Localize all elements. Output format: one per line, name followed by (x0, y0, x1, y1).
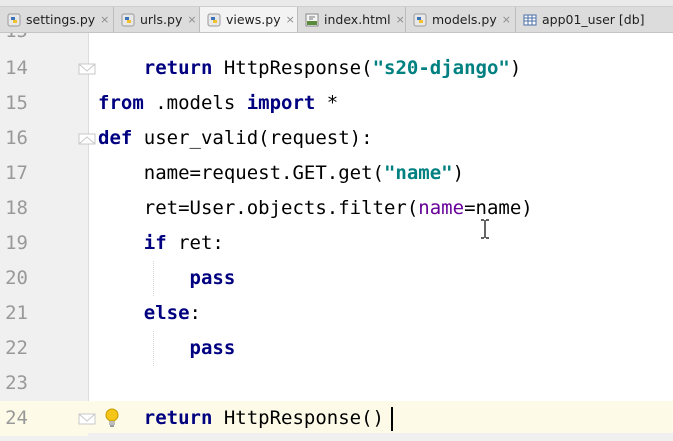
code-line: 15 from .models import * (0, 86, 673, 121)
tab-app01-user-db[interactable]: app01_user [db] (516, 7, 673, 32)
code-line: 22 pass (0, 331, 673, 366)
close-tab-icon[interactable]: × (396, 13, 405, 26)
code-text: pass (189, 337, 236, 359)
horizontal-scrollbar[interactable] (88, 433, 673, 441)
tab-label: index.html (324, 12, 391, 27)
indent-guide (153, 331, 154, 366)
line-number: 15 (5, 92, 28, 114)
line-number: 19 (5, 232, 28, 254)
fold-start-marker-icon[interactable] (78, 130, 96, 148)
code-text: pass (189, 267, 236, 289)
tab-index-html[interactable]: index.html × (298, 7, 406, 32)
code-line: 21 else: (0, 296, 673, 331)
code-editor[interactable]: 15 14 return HttpResponse("s20-django") … (0, 33, 673, 441)
line-number: 23 (5, 372, 28, 394)
code-line: 16 def user_valid(request): (0, 121, 673, 156)
code-line: 19 if ret: (0, 226, 673, 261)
code-line: 17 name=request.GET.get("name") (0, 156, 673, 191)
code-line: 18 ret=User.objects.filter(name=name) (0, 191, 673, 226)
code-text: else: (143, 302, 201, 324)
editor-tab-bar: settings.py × urls.py × views.py × index… (0, 0, 673, 33)
line-number: 16 (5, 127, 28, 149)
code-text: name=request.GET.get("name") (98, 162, 465, 184)
line-number: 22 (5, 337, 28, 359)
indent-guide (153, 261, 154, 296)
current-code-line: 24 return HttpResponse() (0, 401, 673, 436)
code-line: 15 (0, 33, 673, 49)
python-file-icon (7, 13, 21, 26)
tab-label: app01_user [db] (542, 12, 645, 27)
fold-end-marker-icon[interactable] (78, 410, 96, 428)
tab-label: urls.py (140, 12, 183, 27)
line-number: 17 (5, 162, 28, 184)
code-line: 20 pass (0, 261, 673, 296)
fold-end-marker-icon[interactable] (78, 60, 96, 78)
line-number: 20 (5, 267, 28, 289)
tab-settings-py[interactable]: settings.py × (0, 7, 114, 32)
title-strip (0, 0, 673, 7)
python-file-icon (207, 13, 221, 26)
tab-label: views.py (226, 12, 281, 27)
text-caret (391, 407, 393, 431)
line-number: 24 (5, 407, 28, 429)
code-text: def user_valid(request): (98, 127, 373, 149)
code-line: 23 (0, 366, 673, 401)
tab-models-py[interactable]: models.py × (406, 7, 516, 32)
code-line: 14 return HttpResponse("s20-django") (0, 51, 673, 86)
line-number: 15 (0, 33, 28, 49)
close-tab-icon[interactable]: × (100, 13, 109, 26)
code-text: ret=User.objects.filter(name=name) (98, 197, 533, 219)
close-tab-icon[interactable]: × (502, 13, 511, 26)
html-file-icon (305, 13, 319, 26)
tab-label: settings.py (26, 12, 96, 27)
tab-urls-py[interactable]: urls.py × (114, 7, 200, 32)
line-number: 14 (5, 57, 28, 79)
close-tab-icon[interactable]: × (187, 13, 196, 26)
line-number: 18 (5, 197, 28, 219)
tab-label: models.py (432, 12, 497, 27)
text-cursor-icon (481, 219, 489, 239)
python-file-icon (121, 13, 135, 26)
database-table-icon (523, 14, 537, 25)
python-file-icon (413, 13, 427, 26)
tab-views-py[interactable]: views.py × (200, 7, 298, 32)
code-text: from .models import * (98, 92, 339, 114)
close-tab-icon[interactable]: × (286, 13, 295, 26)
code-text: return HttpResponse("s20-django") (143, 57, 522, 79)
line-number: 21 (5, 302, 28, 324)
code-text: return HttpResponse() (143, 407, 384, 429)
code-text: if ret: (143, 232, 224, 254)
